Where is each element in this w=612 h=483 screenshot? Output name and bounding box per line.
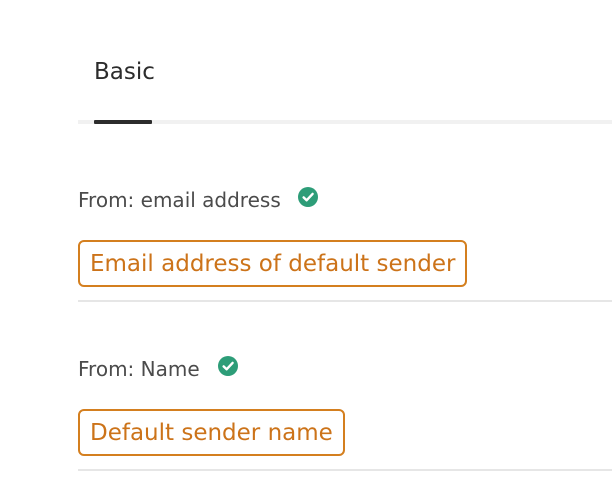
tab-basic[interactable]: Basic <box>94 56 155 124</box>
tab-selected-indicator <box>94 120 152 124</box>
check-circle-icon <box>217 356 238 376</box>
from-name-field: From: Name Default sender name <box>78 353 612 471</box>
from-email-field: From: email address Email address of def… <box>78 184 612 302</box>
check-circle-icon <box>297 187 318 207</box>
from-name-label: From: Name <box>78 357 200 381</box>
from-email-label-row: From: email address <box>78 184 612 216</box>
from-email-label: From: email address <box>78 188 281 212</box>
tab-basic-label: Basic <box>94 59 155 85</box>
from-name-label-row: From: Name <box>78 353 612 385</box>
settings-panel: Basic From: email address Email address … <box>0 0 612 483</box>
field-divider <box>78 469 612 471</box>
from-email-token[interactable]: Email address of default sender <box>78 240 468 287</box>
from-name-token[interactable]: Default sender name <box>78 409 345 456</box>
field-divider <box>78 300 612 302</box>
tab-bar: Basic <box>78 0 612 124</box>
